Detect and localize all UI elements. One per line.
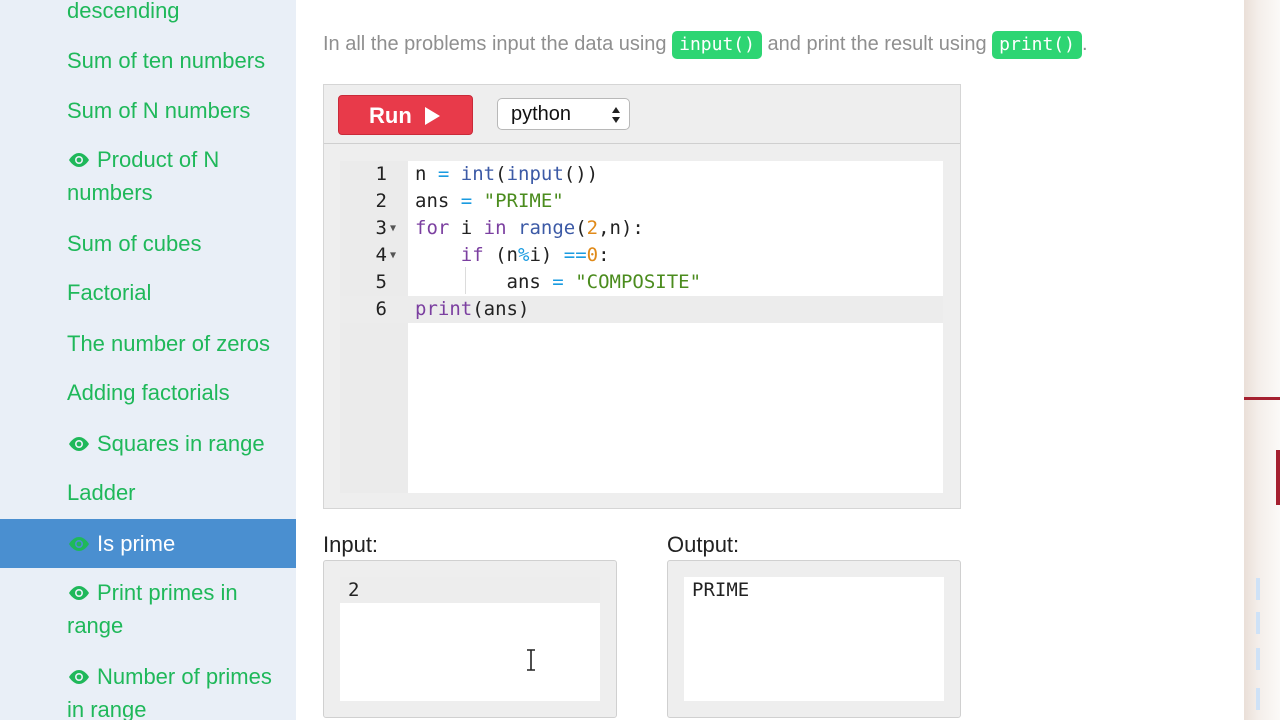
line-number: 3	[375, 217, 387, 239]
line-number: 4	[375, 244, 387, 266]
output-line: PRIME	[692, 579, 750, 601]
sidebar-item-label: Sum of cubes	[67, 231, 202, 256]
line-number: 2	[375, 190, 387, 212]
code-line: 2 ans = "PRIME"	[340, 188, 943, 215]
print-function-chip: print()	[992, 31, 1082, 59]
eye-icon	[69, 586, 89, 600]
output-area: PRIME	[684, 577, 944, 701]
decorative-dash	[1256, 612, 1260, 634]
sidebar-item-sum-of-n-numbers[interactable]: Sum of N numbers	[0, 94, 296, 127]
sidebar-item-product-of-n-numbers[interactable]: Product of N numbers	[0, 143, 296, 209]
code-line: 4 ▼ if (n%i) ==0:	[340, 242, 943, 269]
code-text: if (n%i) ==0:	[460, 244, 610, 266]
line-number: 1	[375, 163, 387, 185]
output-label: Output:	[667, 532, 740, 557]
play-icon	[425, 107, 440, 125]
background-photo-edge	[1244, 0, 1280, 720]
eye-icon	[69, 537, 89, 551]
editor-toolbar: Run python	[324, 85, 960, 144]
input-label: Input:	[323, 532, 379, 557]
sidebar-item-label: Number of primes in range	[67, 664, 272, 720]
sidebar-item-label: Adding factorials	[67, 380, 230, 405]
sidebar-item-adding-factorials[interactable]: Adding factorials	[0, 376, 296, 409]
sidebar-item-squares-in-range[interactable]: Squares in range	[0, 427, 296, 460]
sidebar-item-label: descending	[67, 0, 180, 23]
line-number: 6	[375, 298, 387, 320]
sidebar-item-label: Sum of N numbers	[67, 98, 251, 123]
code-line: 1 n = int(input())	[340, 161, 943, 188]
instructions-prefix: In all the problems input the data using	[323, 33, 673, 55]
code-text: for i in range(2,n):	[415, 217, 644, 239]
eye-icon	[69, 437, 89, 451]
sidebar-item-sum-of-cubes[interactable]: Sum of cubes	[0, 227, 296, 260]
output-panel: PRIME	[667, 560, 961, 718]
run-button-label: Run	[369, 103, 412, 128]
line-number: 5	[375, 271, 387, 293]
code-text: print(ans)	[415, 298, 530, 320]
select-arrows-icon	[612, 107, 620, 123]
language-select[interactable]: python	[497, 98, 630, 130]
code-line-current: 6 print(ans)	[340, 296, 943, 323]
input-line: 2	[340, 577, 600, 603]
sidebar-item-sum-of-ten-numbers[interactable]: Sum of ten numbers	[0, 44, 296, 77]
decorative-dash	[1256, 688, 1260, 710]
decorative-mark	[1276, 450, 1280, 505]
input-textarea[interactable]: 2	[340, 577, 600, 701]
instructions-middle: and print the result using	[761, 33, 993, 55]
sidebar-item-label: Factorial	[67, 280, 152, 305]
sidebar-item-label: Print primes in range	[67, 580, 238, 638]
sidebar-item-is-prime[interactable]: Is prime	[0, 519, 296, 568]
code-input-area[interactable]: 1 n = int(input()) 2 ans = "PRIME" 3 ▼ f…	[340, 161, 943, 493]
input-panel: 2	[323, 560, 617, 718]
instructions-text: In all the problems input the data using…	[323, 28, 1088, 60]
input-function-chip: input()	[672, 31, 762, 59]
fold-arrow-icon[interactable]: ▼	[390, 215, 396, 242]
decorative-dash	[1256, 578, 1260, 600]
eye-icon	[69, 153, 89, 167]
sidebar: descending Sum of ten numbers Sum of N n…	[0, 0, 296, 720]
code-text: ans = "COMPOSITE"	[415, 271, 702, 293]
fold-arrow-icon[interactable]: ▼	[390, 242, 396, 269]
code-text: n = int(input())	[415, 163, 599, 185]
sidebar-item-descending[interactable]: descending	[0, 0, 296, 27]
code-text: ans = "PRIME"	[415, 190, 564, 212]
sidebar-item-label: The number of zeros	[67, 331, 270, 356]
sidebar-item-number-of-primes-in-range[interactable]: Number of primes in range	[0, 660, 296, 720]
decorative-line	[1244, 397, 1280, 400]
eye-icon	[69, 670, 89, 684]
language-select-value: python	[511, 103, 572, 125]
sidebar-item-factorial[interactable]: Factorial	[0, 276, 296, 309]
code-editor-panel: Run python 1 n = int(input()) 2 ans = "P…	[323, 84, 961, 509]
run-button[interactable]: Run	[338, 95, 473, 135]
sidebar-item-label: Squares in range	[97, 431, 265, 456]
text-cursor-icon	[527, 649, 535, 671]
sidebar-item-ladder[interactable]: Ladder	[0, 476, 296, 509]
sidebar-item-the-number-of-zeros[interactable]: The number of zeros	[0, 327, 296, 360]
sidebar-item-label: Sum of ten numbers	[67, 48, 266, 73]
code-line: 3 ▼ for i in range(2,n):	[340, 215, 943, 242]
instructions-suffix: .	[1081, 33, 1088, 55]
code-line: 5 ans = "COMPOSITE"	[340, 269, 943, 296]
decorative-dash	[1256, 648, 1260, 670]
sidebar-item-label: Is prime	[97, 531, 176, 556]
sidebar-item-print-primes-in-range[interactable]: Print primes in range	[0, 576, 296, 642]
sidebar-item-label: Ladder	[67, 480, 136, 505]
